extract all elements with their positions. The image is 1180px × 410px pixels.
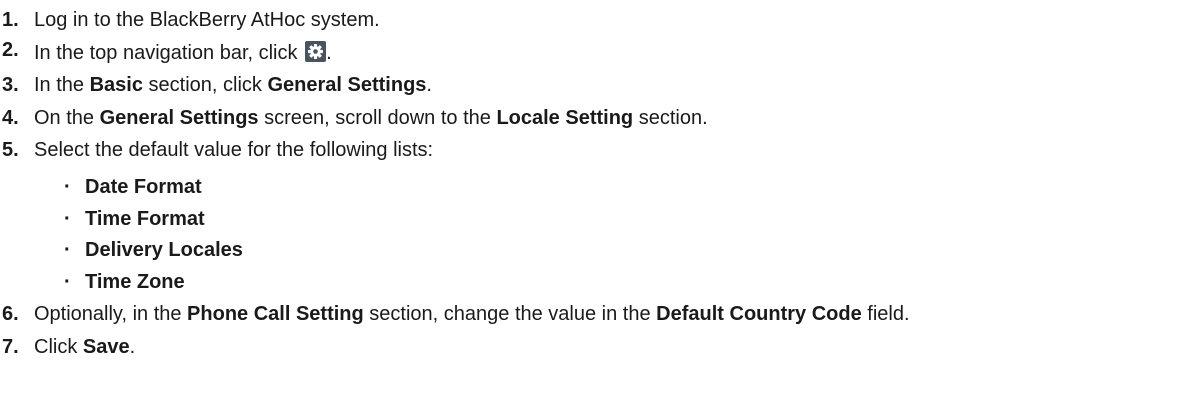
step-number: 4. [2, 106, 19, 129]
ui-term-general-settings: General Settings [99, 106, 259, 129]
step-text: field. [861, 303, 910, 325]
ui-term-default-country-code: Default Country Code [656, 303, 862, 325]
ui-term-general-settings: General Settings [267, 74, 427, 96]
step-text: . [426, 74, 432, 96]
bullet: · [64, 270, 71, 293]
step-number: 7. [2, 335, 19, 358]
step-5: 5. Select the default value for the foll… [0, 138, 1180, 294]
ui-term-basic: Basic [89, 74, 143, 96]
bullet: · [64, 239, 71, 261]
step-text: On the [34, 106, 100, 129]
steps-list: 1. Log in to the BlackBerry AtHoc system… [0, 8, 1180, 359]
step-text: section. [633, 106, 708, 129]
step-number: 5. [2, 139, 19, 161]
step-2: 2. In the top navigation bar, click . [0, 38, 1180, 65]
step-text: Optionally, in the [34, 303, 188, 325]
bullet: · [64, 176, 71, 198]
step-number: 1. [2, 9, 19, 31]
step-number: 2. [2, 38, 19, 61]
step-text: section, change the value in the [363, 303, 657, 325]
step-text: . [129, 335, 136, 358]
step-text: screen, scroll down to the [258, 106, 497, 129]
step-text: section, click [142, 74, 268, 96]
step-text-end: . [326, 41, 332, 64]
step-7: 7. Click Save. [0, 335, 1180, 359]
step-text: In the top navigation bar, click [34, 41, 298, 64]
step-text: Click [34, 335, 83, 358]
list-item-label: Date Format [85, 176, 202, 198]
list-item: · Date Format [34, 175, 1180, 199]
list-item-label: Delivery Locales [85, 239, 243, 261]
step-3: 3. In the Basic section, click General S… [0, 73, 1180, 97]
step-text: Select the default value for the followi… [34, 139, 434, 161]
list-item: · Delivery Locales [34, 238, 1180, 262]
gear-icon [305, 40, 327, 62]
step-text: Log in to the BlackBerry AtHoc system. [34, 9, 380, 31]
step-text: In the [34, 74, 90, 96]
list-item: · Time Format [34, 207, 1180, 231]
step-number: 6. [2, 303, 19, 325]
ui-term-phone-call-setting: Phone Call Setting [187, 303, 364, 325]
list-item: · Time Zone [34, 270, 1180, 294]
ui-term-save: Save [82, 335, 130, 358]
lists-bullets: · Date Format · Time Format · Delivery Loca… [34, 175, 1180, 294]
step-4: 4. On the General Settings screen, scrol… [0, 106, 1180, 130]
bullet: · [64, 207, 71, 230]
step-number: 3. [2, 74, 19, 96]
list-item-label: Time Zone [85, 270, 185, 293]
step-1: 1. Log in to the BlackBerry AtHoc system… [0, 8, 1180, 32]
step-6: 6. Optionally, in the Phone Call Setting… [0, 302, 1180, 326]
list-item-label: Time Format [85, 207, 205, 230]
procedure: 1. Log in to the BlackBerry AtHoc system… [0, 0, 1180, 359]
ui-term-locale-setting: Locale Setting [496, 106, 634, 129]
